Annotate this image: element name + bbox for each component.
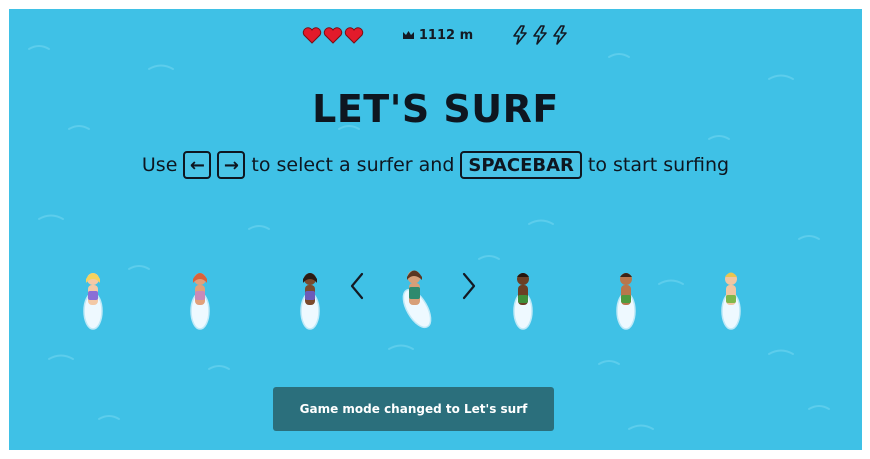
instructions-use: Use — [141, 154, 178, 176]
surfer-option-1[interactable] — [77, 267, 109, 331]
lives-display — [302, 26, 364, 44]
instructions: Use ← → to select a surfer and SPACEBAR … — [9, 151, 862, 179]
heart-icon — [344, 26, 364, 44]
spacebar-key: SPACEBAR — [460, 151, 582, 179]
heart-icon — [323, 26, 343, 44]
hud-bar: 1112 m — [9, 25, 862, 45]
lightning-icon — [553, 25, 567, 45]
lightning-icon — [513, 25, 527, 45]
chevron-left-icon[interactable] — [347, 271, 367, 301]
boost-display — [511, 25, 569, 45]
instructions-middle: to select a surfer and — [251, 154, 455, 176]
heart-icon — [302, 26, 322, 44]
chevron-right-icon[interactable] — [459, 271, 479, 301]
lightning-icon — [533, 25, 547, 45]
game-canvas[interactable]: 1112 m LET'S SURF Use ← → to select a su… — [9, 9, 862, 450]
right-arrow-key: → — [217, 151, 246, 179]
instructions-end: to start surfing — [587, 154, 730, 176]
distance-text: 1112 m — [418, 27, 474, 43]
surfer-option-2[interactable] — [184, 267, 216, 331]
game-title: LET'S SURF — [312, 87, 559, 131]
toast-message: Game mode changed to Let's surf — [299, 402, 528, 416]
surfer-option-3[interactable] — [294, 267, 326, 331]
surfer-option-4-selected[interactable] — [393, 265, 437, 335]
left-arrow-key: ← — [183, 151, 212, 179]
crown-icon — [402, 30, 414, 39]
surfer-option-6[interactable] — [610, 267, 642, 331]
water-background — [28, 45, 830, 430]
distance-display: 1112 m — [402, 28, 473, 43]
surfer-option-7[interactable] — [715, 267, 747, 331]
surfer-option-5[interactable] — [507, 267, 539, 331]
game-mode-toast: Game mode changed to Let's surf — [273, 387, 554, 431]
